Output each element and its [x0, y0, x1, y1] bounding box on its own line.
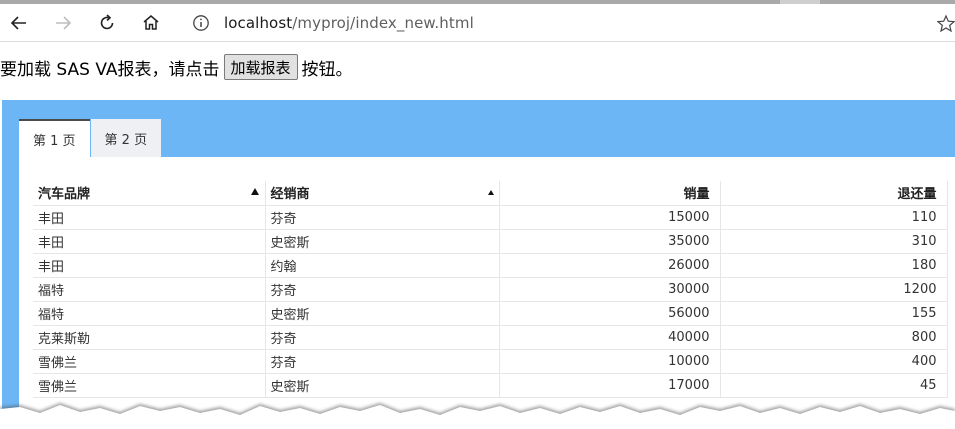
browser-toolbar: localhost/myproj/index_new.html [0, 4, 955, 42]
table-cell: 史密斯 [265, 229, 500, 254]
table-cell: 史密斯 [265, 373, 500, 398]
table-cell: 10000 [499, 349, 721, 374]
report-tabs: 第 1 页 第 2 页 [19, 119, 162, 157]
table-cell: 福特 [33, 277, 266, 302]
table-row[interactable]: 雪佛兰 芬奇 10000 400 [33, 349, 948, 374]
data-table: 汽车品牌 经销商 销量 退还量 丰田 芬奇 15000 110 丰田 史密斯 35000 31… [33, 181, 948, 398]
table-cell: 56000 [499, 301, 721, 326]
star-icon[interactable] [937, 14, 955, 34]
refresh-icon [100, 14, 114, 30]
table-cell: 30000 [499, 277, 721, 302]
table-body: 丰田 芬奇 15000 110 丰田 史密斯 35000 310 丰田 约翰 26000 180 福特芬… [33, 205, 948, 398]
table-row[interactable]: 丰田 芬奇 15000 110 [33, 205, 948, 230]
column-header-label: 退还量 [897, 187, 937, 203]
table-cell: 40000 [499, 325, 721, 350]
table-cell: 丰田 [33, 253, 266, 278]
table-row[interactable]: 福特 芬奇 30000 1200 [33, 277, 948, 302]
torn-edge [0, 403, 955, 429]
table-cell: 芬奇 [265, 205, 500, 230]
report-container: 第 1 页 第 2 页 汽车品牌 经销商 销量 退还量 丰田 芬奇 15000 110… [2, 100, 955, 429]
table-cell: 芬奇 [265, 349, 500, 374]
table-cell: 155 [720, 301, 948, 326]
table-cell: 约翰 [265, 253, 500, 278]
tab-page-1[interactable]: 第 1 页 [19, 119, 90, 157]
table-cell: 17000 [499, 373, 721, 398]
table-cell: 800 [720, 325, 948, 350]
table-cell: 福特 [33, 301, 266, 326]
table-cell: 丰田 [33, 229, 266, 254]
table-cell: 110 [720, 205, 948, 230]
url-path: /myproj/index_new.html [292, 14, 474, 32]
table-row[interactable]: 福特 史密斯 56000 155 [33, 301, 948, 326]
intro-line: 要加载 SAS VA报表，请点击 加载报表 按钮。 [0, 52, 353, 82]
column-header-dealer[interactable]: 经销商 [265, 181, 500, 206]
intro-text: 要加载 SAS VA报表，请点击 [0, 59, 220, 80]
column-header-label: 汽车品牌 [38, 187, 91, 203]
forward-button[interactable] [50, 10, 76, 36]
table-row[interactable]: 丰田 史密斯 35000 310 [33, 229, 948, 254]
table-row[interactable]: 雪佛兰 史密斯 17000 45 [33, 373, 948, 398]
table-cell: 400 [720, 349, 948, 374]
report-panel: 汽车品牌 经销商 销量 退还量 丰田 芬奇 15000 110 丰田 史密斯 35000 31… [19, 157, 955, 429]
column-header-brand[interactable]: 汽车品牌 [33, 181, 266, 206]
table-cell: 雪佛兰 [33, 349, 266, 374]
table-cell: 15000 [499, 205, 721, 230]
column-header-label: 销量 [683, 187, 710, 203]
table-cell: 雪佛兰 [33, 373, 266, 398]
table-cell: 芬奇 [265, 277, 500, 302]
sort-ascending-icon[interactable] [487, 190, 494, 195]
back-button[interactable] [6, 10, 32, 36]
forward-arrow-icon [56, 16, 72, 30]
back-arrow-icon [10, 16, 26, 30]
table-row[interactable]: 丰田 约翰 26000 180 [33, 253, 948, 278]
column-header-sales[interactable]: 销量 [499, 181, 721, 206]
table-cell: 35000 [499, 229, 721, 254]
refresh-button[interactable] [94, 10, 120, 36]
url-host: localhost [224, 14, 293, 32]
info-icon[interactable] [192, 14, 210, 32]
url-text: localhost/myproj/index_new.html [224, 14, 474, 32]
table-cell: 26000 [499, 253, 721, 278]
column-header-label: 经销商 [270, 187, 310, 203]
home-button[interactable] [138, 10, 164, 36]
table-cell: 克莱斯勒 [33, 325, 266, 350]
tab-page-2[interactable]: 第 2 页 [90, 119, 162, 157]
column-header-returns[interactable]: 退还量 [720, 181, 948, 206]
table-cell: 310 [720, 229, 948, 254]
table-row[interactable]: 克莱斯勒 芬奇 40000 800 [33, 325, 948, 350]
table-cell: 丰田 [33, 205, 266, 230]
sort-ascending-icon[interactable] [251, 188, 259, 195]
table-cell: 芬奇 [265, 325, 500, 350]
table-cell: 史密斯 [265, 301, 500, 326]
table-cell: 1200 [720, 277, 948, 302]
table-header-row: 汽车品牌 经销商 销量 退还量 [33, 181, 948, 206]
table-cell: 45 [720, 373, 948, 398]
table-cell: 180 [720, 253, 948, 278]
intro-text-end: 按钮。 [301, 59, 353, 80]
address-bar[interactable]: localhost/myproj/index_new.html [180, 7, 955, 39]
home-icon [143, 15, 159, 30]
load-report-button[interactable]: 加载报表 [223, 54, 298, 80]
